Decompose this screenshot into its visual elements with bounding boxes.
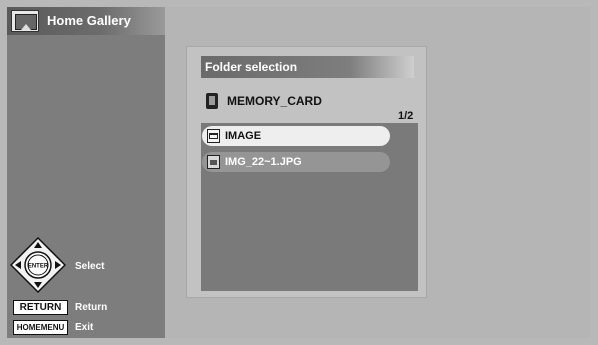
image-file-icon <box>207 155 220 169</box>
exit-hint: Exit <box>75 322 94 333</box>
list-item-label: IMG_22~1.JPG <box>225 156 302 168</box>
return-key: RETURN <box>13 300 68 315</box>
file-list: IMAGE IMG_22~1.JPG <box>201 123 418 291</box>
current-path: MEMORY_CARD <box>204 92 419 112</box>
return-hint: Return <box>75 302 108 313</box>
folder-icon <box>207 129 220 143</box>
dialog-title: Folder selection <box>205 60 298 74</box>
app-title: Home Gallery <box>47 13 131 28</box>
memory-card-icon <box>206 93 218 109</box>
dialog-title-bar: Folder selection <box>201 56 414 78</box>
page-indicator: 1/2 <box>398 110 414 122</box>
list-item-label: IMAGE <box>225 130 262 142</box>
list-item-image-file[interactable]: IMG_22~1.JPG <box>202 152 390 172</box>
list-item-image-folder[interactable]: IMAGE <box>202 126 390 146</box>
directional-pad-icon: ENTER <box>10 237 66 293</box>
homemenu-key: HOMEMENU <box>13 320 68 335</box>
select-hint: Select <box>75 261 105 272</box>
app-header: Home Gallery <box>7 7 165 35</box>
enter-label: ENTER <box>28 264 49 270</box>
folder-selection-dialog: Folder selection MEMORY_CARD 1/2 IMAGE I… <box>186 46 427 298</box>
gallery-icon <box>11 10 39 32</box>
path-label: MEMORY_CARD <box>227 94 322 108</box>
